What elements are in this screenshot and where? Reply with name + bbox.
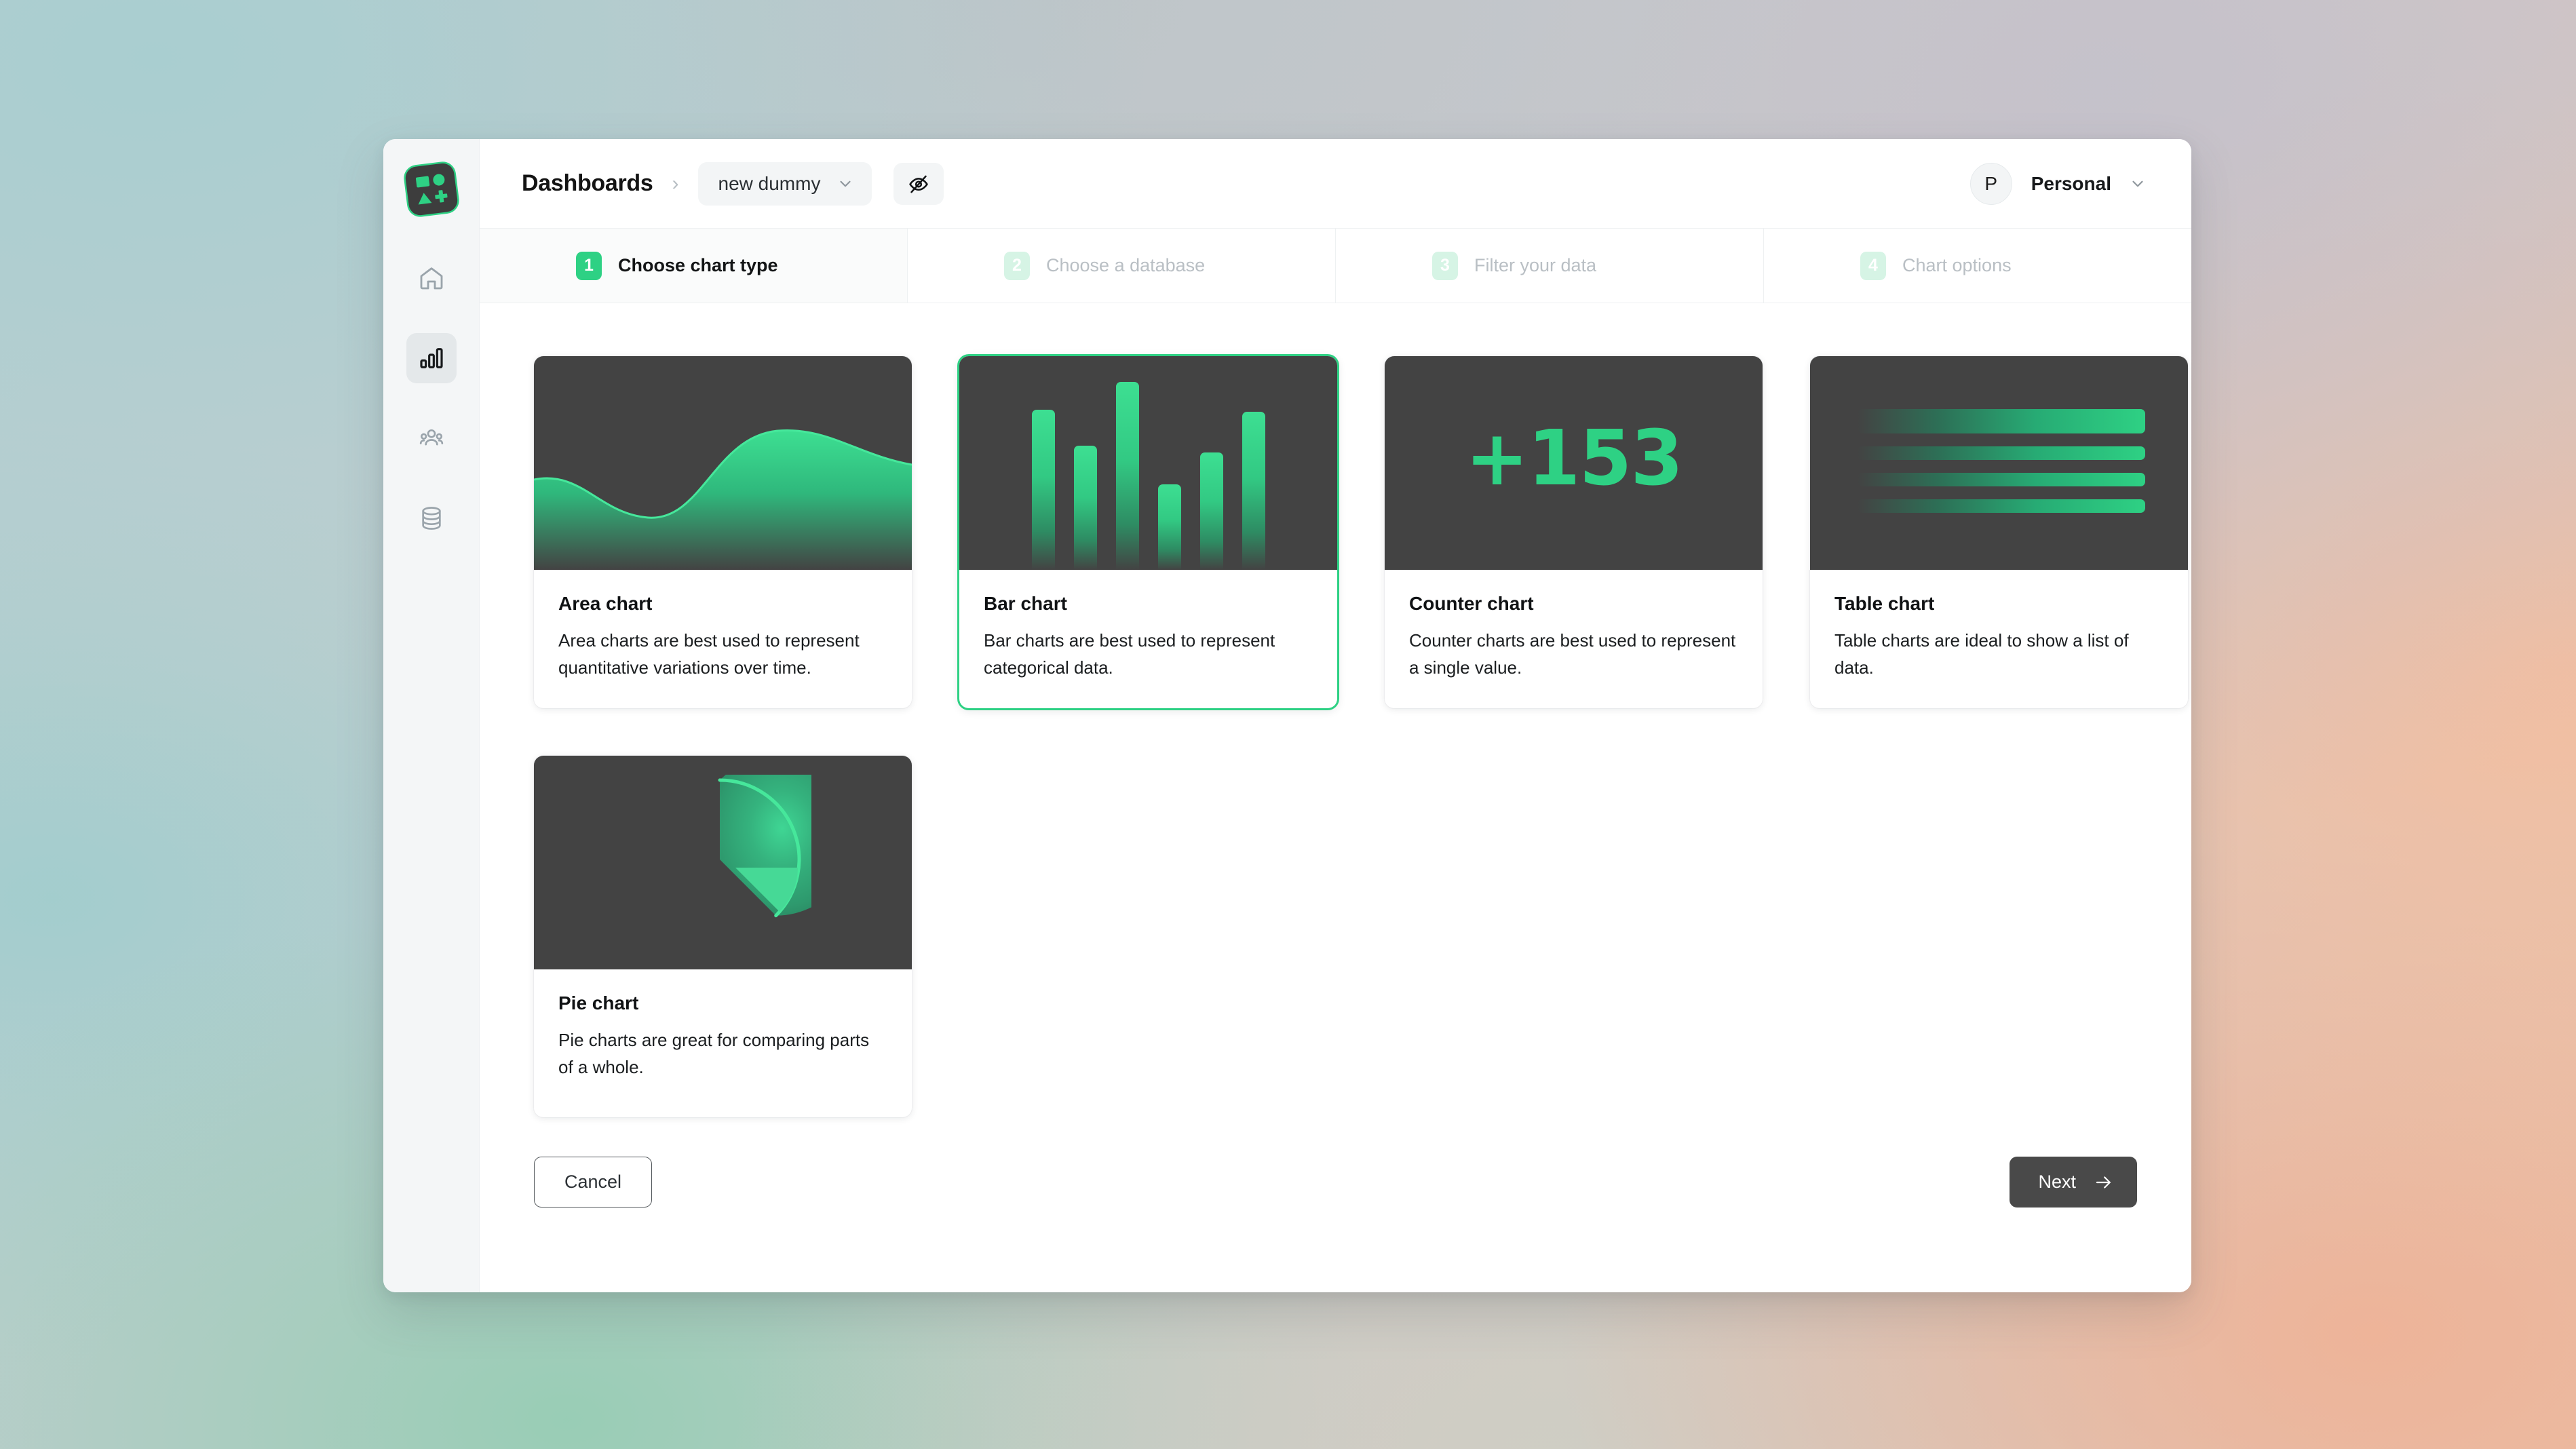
bar-chart-thumbnail xyxy=(959,356,1337,570)
wizard-footer: Cancel Next xyxy=(534,1157,2137,1248)
chart-type-chooser: Area chart Area charts are best used to … xyxy=(480,303,2191,1292)
account-chevron-down-icon[interactable] xyxy=(2129,175,2147,193)
step-number-badge: 1 xyxy=(576,251,602,280)
bar-chart-graphic xyxy=(959,356,1337,570)
area-chart-thumbnail xyxy=(534,356,912,570)
shapes-logo-icon[interactable] xyxy=(404,161,459,217)
bar xyxy=(1157,484,1181,570)
table-row-bar xyxy=(1858,499,2145,513)
card-title: Pie chart xyxy=(558,992,639,1014)
chart-type-card-pie[interactable]: Pie chart Pie charts are great for compa… xyxy=(534,756,912,1118)
bar-chart-icon xyxy=(419,348,443,368)
card-description: Pie charts are great for comparing parts… xyxy=(558,1030,870,1078)
bar xyxy=(1073,446,1097,570)
arrow-right-icon xyxy=(2096,1176,2111,1189)
step-label: Choose chart type xyxy=(618,255,778,275)
bar xyxy=(1199,452,1223,570)
card-description: Bar charts are best used to represent ca… xyxy=(984,630,1275,678)
pie-chart-svg xyxy=(718,774,811,917)
account-name: Personal xyxy=(2031,172,2111,194)
pie-chart-thumbnail xyxy=(534,756,912,970)
card-body: Counter chart Counter charts are best us… xyxy=(1385,570,1763,708)
stepper: 1 Choose chart type 2 Choose a database … xyxy=(480,229,2191,303)
chart-type-card-area[interactable]: Area chart Area charts are best used to … xyxy=(534,356,912,709)
logo-circle-shape xyxy=(431,173,445,187)
card-body: Bar chart Bar charts are best used to re… xyxy=(959,570,1337,708)
counter-chart-graphic: +153 xyxy=(1385,356,1763,570)
eye-off-icon xyxy=(909,175,929,193)
card-body: Area chart Area charts are best used to … xyxy=(534,570,912,708)
step-number-badge: 3 xyxy=(1432,251,1458,280)
sidebar-item-databases[interactable] xyxy=(406,493,457,543)
table-chart-thumbnail xyxy=(1810,356,2188,570)
card-body: Table chart Table charts are ideal to sh… xyxy=(1810,570,2188,708)
team-icon xyxy=(419,429,443,446)
chart-type-card-counter[interactable]: +153 Counter chart Counter charts are be… xyxy=(1385,356,1763,709)
sidebar-item-dashboards[interactable] xyxy=(406,333,457,383)
pie-chart-graphic xyxy=(534,756,912,969)
sidebar-item-team[interactable] xyxy=(406,413,457,463)
logo-plus-shape xyxy=(434,190,447,204)
card-description: Counter charts are best used to represen… xyxy=(1409,630,1736,678)
step-number-badge: 4 xyxy=(1860,251,1886,280)
chart-type-card-bar[interactable]: Bar chart Bar charts are best used to re… xyxy=(959,356,1337,709)
breadcrumb-root[interactable]: Dashboards xyxy=(522,170,653,197)
chart-type-card-table[interactable]: Table chart Table charts are ideal to sh… xyxy=(1810,356,2188,709)
card-description: Area charts are best used to represent q… xyxy=(558,630,860,678)
card-title: Table chart xyxy=(1834,593,1935,614)
avatar[interactable]: P xyxy=(1969,162,2012,205)
card-title: Area chart xyxy=(558,593,653,614)
app-window: Dashboards › new dummy P Personal 1 Choo… xyxy=(383,139,2191,1292)
home-icon xyxy=(420,267,442,290)
chevron-down-icon xyxy=(840,180,851,187)
step-label: Filter your data xyxy=(1474,255,1597,275)
bar xyxy=(1115,381,1139,570)
chart-type-grid: Area chart Area charts are best used to … xyxy=(534,356,2188,1118)
visibility-toggle-button[interactable] xyxy=(893,162,944,205)
step-filter-your-data[interactable]: 3 Filter your data xyxy=(1336,229,1764,303)
logo-triangle-shape xyxy=(417,192,431,205)
sidebar-item-home[interactable] xyxy=(406,253,457,303)
logo-square-shape xyxy=(415,176,429,188)
table-chart-graphic xyxy=(1810,356,2188,570)
next-button[interactable]: Next xyxy=(2010,1157,2137,1208)
main-area: Dashboards › new dummy P Personal 1 Choo… xyxy=(480,139,2191,1292)
sidebar xyxy=(383,139,480,1292)
counter-chart-thumbnail: +153 xyxy=(1385,356,1763,570)
dashboard-select[interactable]: new dummy xyxy=(697,161,872,206)
table-row-bar xyxy=(1858,409,2145,433)
table-row-bar xyxy=(1858,473,2145,486)
step-label: Chart options xyxy=(1902,255,2012,275)
table-row-bar xyxy=(1858,446,2145,460)
bar xyxy=(1242,411,1265,570)
step-choose-a-database[interactable]: 2 Choose a database xyxy=(908,229,1336,303)
bar xyxy=(1031,409,1055,570)
card-title: Counter chart xyxy=(1409,593,1534,614)
cancel-button[interactable]: Cancel xyxy=(534,1157,653,1208)
step-number-badge: 2 xyxy=(1004,251,1030,280)
database-icon xyxy=(421,507,441,530)
dashboard-select-value: new dummy xyxy=(718,172,821,194)
step-label: Choose a database xyxy=(1046,255,1206,275)
topbar: Dashboards › new dummy P Personal xyxy=(480,139,2191,229)
card-title: Bar chart xyxy=(984,593,1067,614)
counter-value: +153 xyxy=(1465,414,1684,503)
next-button-label: Next xyxy=(2038,1172,2076,1193)
area-chart-graphic xyxy=(534,429,912,570)
breadcrumb-separator-icon: › xyxy=(672,172,679,195)
step-chart-options[interactable]: 4 Chart options xyxy=(1764,229,2191,303)
card-description: Table charts are ideal to show a list of… xyxy=(1834,630,2129,678)
card-body: Pie chart Pie charts are great for compa… xyxy=(534,969,912,1117)
step-choose-chart-type[interactable]: 1 Choose chart type xyxy=(480,229,908,303)
